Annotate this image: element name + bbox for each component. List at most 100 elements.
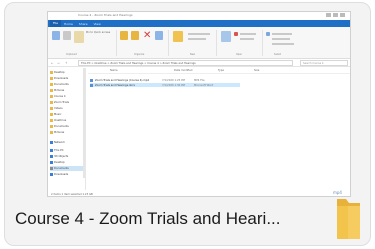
video-file-icon: [90, 78, 93, 82]
window-titlebar: Course 4 - Zoom Trials and Hearings: [48, 12, 350, 20]
sidebar-item-selected: Documents: [50, 166, 84, 171]
group-divider: [262, 30, 263, 56]
sidebar-item: Desktop: [50, 160, 65, 165]
tab-share: Share: [78, 21, 88, 26]
paste-icon: [74, 31, 84, 43]
sidebar-item-label: Downloads: [54, 173, 69, 176]
column-header-size: Size: [254, 69, 260, 72]
copy-to-icon: [131, 31, 139, 40]
folder-icon: [50, 107, 53, 110]
rename-icon: [155, 31, 163, 40]
sidebar-item: Pictures: [50, 130, 64, 135]
sidebar-item-label: Documents: [54, 83, 69, 86]
sidebar-item: Documents: [50, 124, 69, 129]
file-name: Zoom Trials and Hearings.docx: [95, 83, 136, 87]
sidebar-item-label: Zoom Trials: [54, 101, 69, 104]
computer-icon: [50, 149, 53, 152]
group-divider: [216, 30, 217, 56]
address-bar-row: ← → ↑ This PC > OneDrive > Zoom Trials a…: [48, 59, 350, 67]
file-type: Microsoft Word: [194, 83, 214, 87]
group-label-organize: Organize: [134, 53, 145, 56]
new-item-line: [188, 33, 210, 35]
ribbon-tabs: File Home Share View: [48, 20, 350, 27]
column-header-date: Date modified: [174, 69, 193, 72]
ribbon-label: Pin to Quick access: [86, 31, 111, 34]
folder-icon: [50, 113, 53, 116]
sidebar-item: Downloads: [50, 76, 68, 81]
file-row: Zoom Trials and Hearings (Course 4).mp4 …: [90, 78, 240, 82]
folder-icon: [50, 77, 53, 80]
file-name: Zoom Trials and Hearings (Course 4).mp4: [95, 78, 150, 82]
folder-icon: [50, 89, 53, 92]
folder-icon: [50, 101, 53, 104]
sidebar-item: Music: [50, 112, 61, 117]
pin-icon: [52, 31, 60, 40]
file-type-badge: mp4: [333, 190, 342, 195]
file-card[interactable]: Course 4 - Zoom Trials and Hearings File…: [4, 2, 371, 246]
group-label-clipboard: Clipboard: [66, 53, 77, 56]
sidebar-item-label: Network: [54, 141, 65, 144]
open-line: [240, 33, 256, 35]
sidebar-item: Documents: [50, 82, 69, 87]
tab-view: View: [93, 21, 101, 26]
minimize-icon: [326, 13, 331, 17]
file-date: 7/1/2020 1:30 PM: [162, 83, 185, 87]
sidebar-item: This PC: [50, 148, 64, 153]
file-title[interactable]: Course 4 - Zoom Trials and Heari...: [15, 209, 325, 229]
network-icon: [50, 141, 53, 144]
sidebar-item: Desktop: [50, 70, 65, 75]
invert-selection-line: [272, 43, 294, 45]
thumbnail-preview: Course 4 - Zoom Trials and Hearings File…: [47, 11, 351, 197]
group-divider: [116, 30, 117, 56]
file-list: Name Date modified Type Size Zoom Trials…: [88, 68, 350, 190]
sidebar-scrollbar: [83, 68, 85, 178]
search-field: Search Course 4: [300, 60, 348, 66]
sidebar-item-label: OneDrive: [54, 119, 67, 122]
folder-icon: [50, 95, 53, 98]
select-all-line: [272, 33, 292, 35]
sidebar-item: Network: [50, 140, 65, 145]
navigation-pane: Desktop Downloads Documents Pictures Cou…: [48, 68, 86, 190]
sidebar-item-label: Documents: [54, 167, 69, 170]
group-label-new: New: [190, 53, 196, 56]
close-icon: [340, 13, 345, 17]
up-icon: ↑: [65, 61, 68, 65]
copy-icon: [63, 31, 71, 40]
sidebar-item-label: Pictures: [54, 131, 65, 134]
select-none-line: [272, 38, 290, 40]
edit-line: [240, 38, 254, 40]
cube-icon: [50, 155, 53, 158]
sidebar-item-label: Documents: [54, 125, 69, 128]
sidebar-item-label: 3D Objects: [54, 155, 69, 158]
move-icon: [120, 31, 128, 40]
column-headers: Name Date modified Type Size: [88, 68, 350, 74]
sidebar-item-label: This PC: [54, 149, 64, 152]
group-divider: [168, 30, 169, 56]
column-header-type: Type: [218, 69, 224, 72]
easy-access-line: [188, 38, 206, 40]
download-icon: [50, 173, 53, 176]
tab-home: Home: [64, 21, 73, 26]
sidebar-item-label: Desktop: [54, 71, 65, 74]
sidebar-item: OneDrive: [50, 118, 66, 123]
group-label-open: Open: [236, 53, 243, 56]
sidebar-item-label: Videos: [54, 107, 63, 110]
file-date: 7/1/2020 1:25 PM: [162, 78, 185, 82]
address-bar: This PC > OneDrive > Zoom Trials and Hea…: [78, 60, 293, 66]
window-title: Course 4 - Zoom Trials and Hearings: [78, 13, 133, 17]
properties-icon: [221, 31, 231, 42]
folder-icon: [337, 199, 360, 239]
sidebar-item: 3D Objects: [50, 154, 68, 159]
sidebar-item-label: Pictures: [54, 89, 65, 92]
forward-icon: →: [57, 61, 60, 65]
sidebar-item-label: Desktop: [54, 161, 65, 164]
back-icon: ←: [51, 61, 54, 65]
sidebar-item: Pictures: [50, 88, 64, 93]
file-row-selected: Zoom Trials and Hearings.docx 7/1/2020 1…: [90, 83, 240, 87]
status-text: 2 items 1 item selected 1.23 GB: [51, 193, 93, 196]
folder-icon: [50, 125, 53, 128]
sidebar-item: Videos: [50, 106, 63, 111]
folder-icon: [50, 71, 53, 74]
word-file-icon: [90, 83, 93, 87]
group-label-select: Select: [274, 53, 282, 56]
